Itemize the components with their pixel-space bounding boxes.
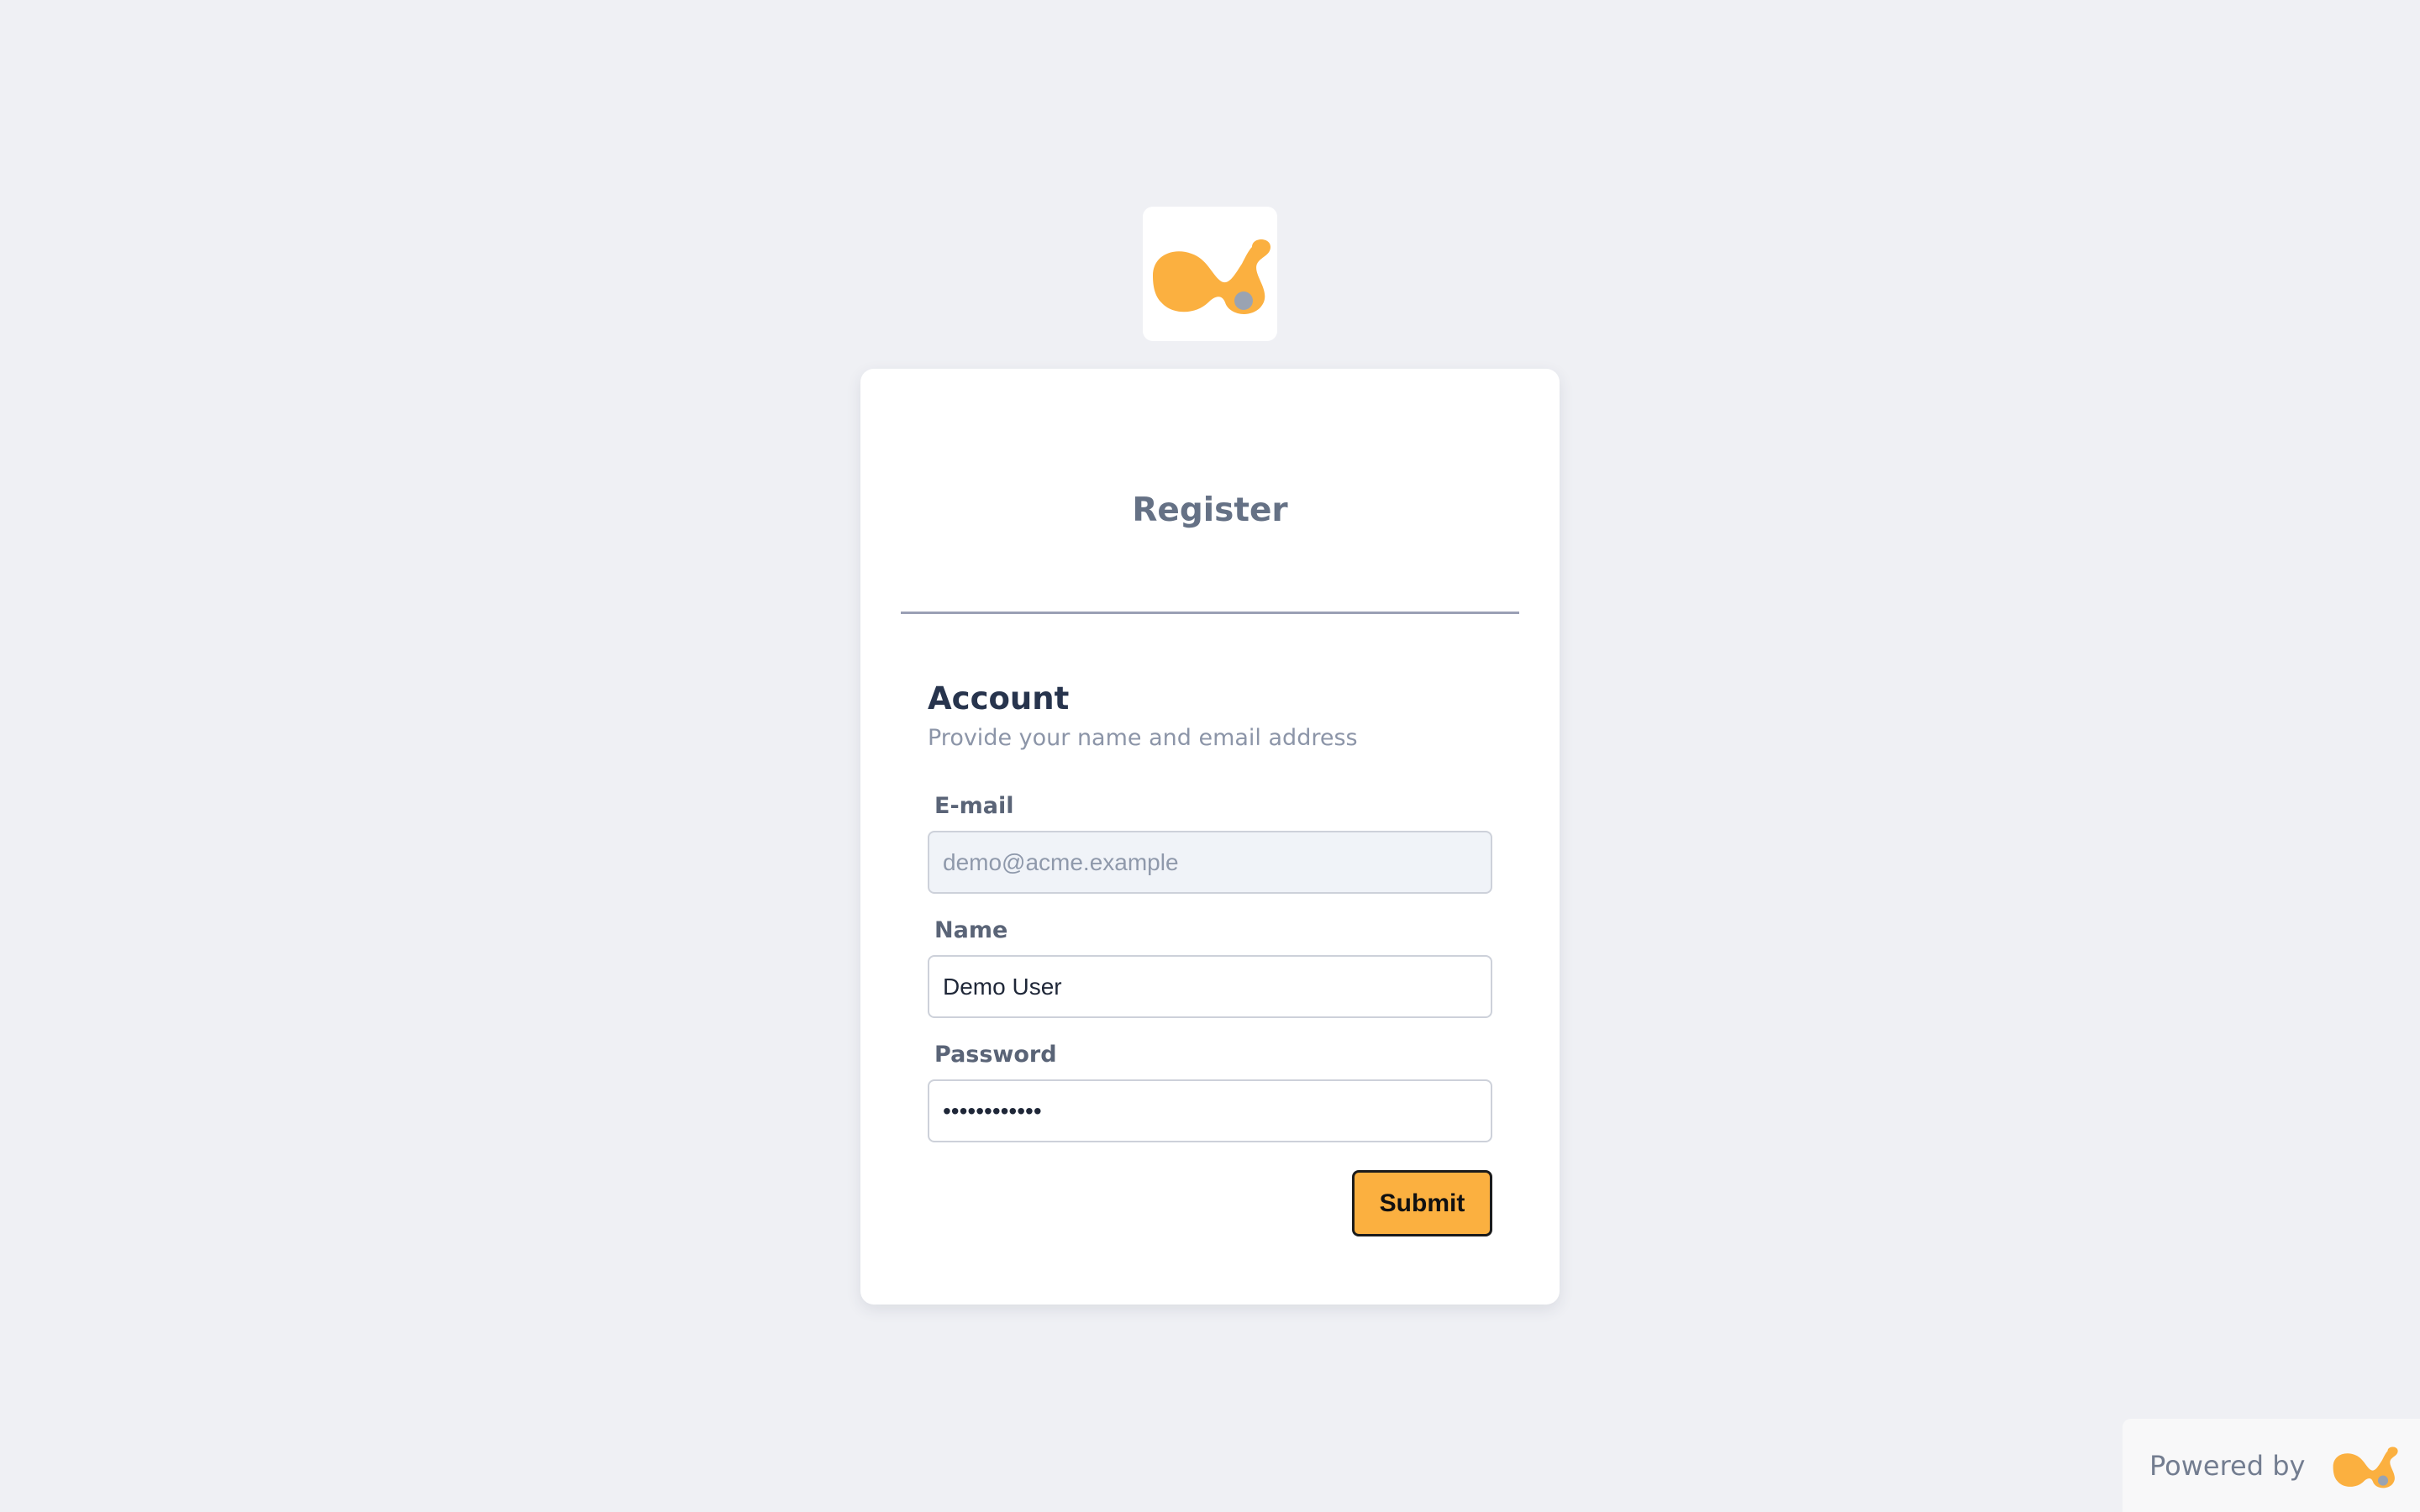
password-label: Password — [934, 1042, 1057, 1068]
submit-button[interactable]: Submit — [1352, 1170, 1492, 1236]
brand-logo-icon — [1153, 239, 1270, 314]
card-title: Register — [1132, 491, 1288, 529]
name-label: Name — [934, 917, 1008, 943]
password-field[interactable] — [928, 1079, 1492, 1142]
page: Register Account Provide your name and e… — [0, 0, 2420, 1512]
name-field[interactable] — [928, 955, 1492, 1018]
email-field[interactable] — [928, 831, 1492, 894]
divider — [901, 612, 1519, 614]
brand-logo — [1143, 207, 1277, 341]
powered-by-text: Powered by — [2149, 1449, 2306, 1482]
powered-by-badge[interactable]: Powered by — [2123, 1419, 2420, 1512]
section-subtitle: Provide your name and email address — [928, 725, 1358, 751]
email-label: E-mail — [934, 793, 1014, 819]
section-title: Account — [928, 680, 1070, 717]
brand-logo-small-icon — [2333, 1446, 2399, 1488]
register-card: Register Account Provide your name and e… — [860, 369, 1560, 1305]
